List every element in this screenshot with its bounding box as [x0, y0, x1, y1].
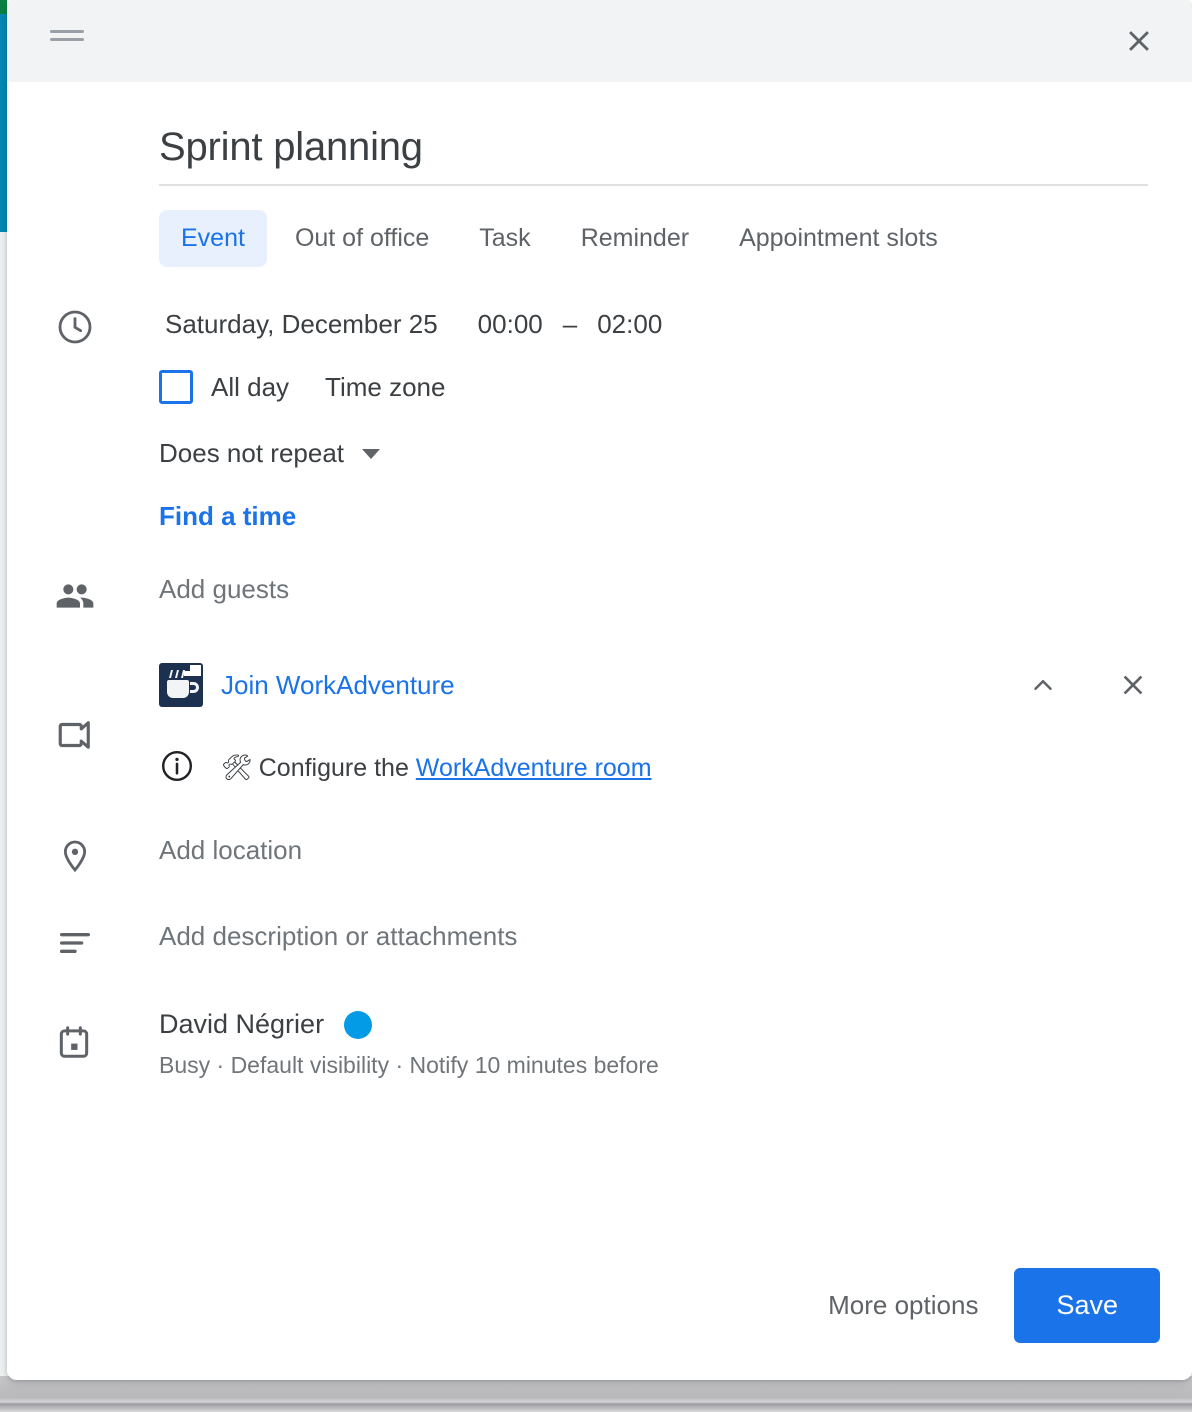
calendar-icon — [55, 1023, 93, 1061]
backdrop-strip-teal — [0, 0, 7, 14]
chevron-down-icon — [362, 449, 380, 459]
join-workadventure-link[interactable]: Join WorkAdventure — [221, 670, 1020, 701]
title-section: Sprint planning — [7, 82, 1192, 186]
close-dialog-button[interactable] — [1110, 12, 1168, 70]
calendar-owner-line[interactable]: David Négrier — [159, 1009, 1192, 1040]
cup-handle — [190, 682, 199, 693]
conference-note-prefix: Configure the — [259, 754, 416, 782]
location-pin-icon — [55, 837, 95, 877]
location-row-content: Add location — [159, 835, 1192, 866]
close-icon — [1117, 669, 1149, 701]
calendar-color-dot[interactable] — [344, 1011, 372, 1039]
conference-row-content: Join WorkAdventure — [159, 662, 1192, 789]
dialog-drop-shadow — [0, 1376, 1192, 1412]
more-options-button[interactable]: More options — [802, 1272, 1004, 1339]
cup-body — [167, 680, 189, 698]
find-a-time-button[interactable]: Find a time — [159, 501, 296, 532]
guests-row: Add guests — [7, 574, 1192, 616]
datetime-line: Saturday, December 25 00:00 – 02:00 — [159, 305, 1192, 344]
all-day-label[interactable]: All day — [211, 372, 289, 403]
workadventure-room-link[interactable]: WorkAdventure room — [416, 754, 652, 782]
remove-conference-button[interactable] — [1110, 662, 1156, 708]
calendar-row-icon — [55, 1009, 159, 1061]
dialog-header — [7, 0, 1192, 82]
dialog-footer: More options Save — [7, 1230, 1192, 1380]
conference-note: 🛠Configure the WorkAdventure room — [159, 748, 1192, 789]
conference-header: Join WorkAdventure — [159, 662, 1192, 708]
event-type-tabs: Event Out of office Task Reminder Appoin… — [7, 186, 1192, 267]
schedule-row: Saturday, December 25 00:00 – 02:00 All … — [7, 305, 1192, 532]
steam-icon — [169, 670, 189, 679]
event-start-time-field[interactable]: 00:00 — [472, 305, 549, 344]
clock-icon — [55, 307, 95, 347]
video-camera-icon — [55, 714, 97, 756]
add-description-input[interactable]: Add description or attachments — [159, 921, 517, 951]
recurrence-value: Does not repeat — [159, 438, 344, 469]
event-editor-dialog: Sprint planning Event Out of office Task… — [7, 0, 1192, 1380]
conference-actions — [1020, 662, 1192, 708]
schedule-row-icon — [55, 305, 159, 347]
schedule-row-content: Saturday, December 25 00:00 – 02:00 All … — [159, 305, 1192, 532]
add-location-input[interactable]: Add location — [159, 835, 302, 865]
description-lines-icon — [55, 923, 95, 963]
recurrence-dropdown[interactable]: Does not repeat — [159, 438, 1192, 469]
event-date-field[interactable]: Saturday, December 25 — [159, 305, 444, 344]
chevron-up-icon — [1028, 670, 1058, 700]
hammer-and-wrench-icon: 🛠 — [221, 754, 253, 782]
drag-handle-icon[interactable] — [50, 30, 84, 44]
dialog-body: Sprint planning Event Out of office Task… — [7, 82, 1192, 1079]
description-row: Add description or attachments — [7, 921, 1192, 963]
backdrop-strip-blue — [0, 14, 7, 232]
description-row-content: Add description or attachments — [159, 921, 1192, 952]
tab-reminder[interactable]: Reminder — [559, 210, 711, 267]
workadventure-coffee-cup-icon — [159, 663, 203, 707]
save-button[interactable]: Save — [1014, 1268, 1160, 1343]
people-icon — [55, 576, 95, 616]
conference-row: Join WorkAdventure — [7, 662, 1192, 789]
calendar-row: David Négrier Busy · Default visibility … — [7, 1009, 1192, 1079]
conference-row-icon — [55, 662, 159, 756]
location-row-icon — [55, 835, 159, 877]
guests-row-content: Add guests — [159, 574, 1192, 605]
add-guests-input[interactable]: Add guests — [159, 574, 289, 604]
event-end-time-field[interactable]: 02:00 — [591, 305, 668, 344]
calendar-owner-name: David Négrier — [159, 1009, 324, 1040]
time-zone-button[interactable]: Time zone — [325, 372, 445, 403]
guests-row-icon — [55, 574, 159, 616]
location-row: Add location — [7, 835, 1192, 877]
close-icon — [1122, 24, 1156, 58]
collapse-conference-button[interactable] — [1020, 662, 1066, 708]
workadventure-icon-notch — [190, 665, 201, 676]
event-settings-summary[interactable]: Busy · Default visibility · Notify 10 mi… — [159, 1052, 1192, 1079]
backdrop-strip-grey — [0, 232, 7, 1376]
tab-event[interactable]: Event — [159, 210, 267, 267]
all-day-line: All day Time zone — [159, 370, 1192, 404]
all-day-checkbox[interactable] — [159, 370, 193, 404]
tab-appointment-slots[interactable]: Appointment slots — [717, 210, 960, 267]
conference-note-text: 🛠Configure the WorkAdventure room — [221, 754, 652, 783]
time-range-dash: – — [563, 309, 577, 340]
tab-out-of-office[interactable]: Out of office — [273, 210, 451, 267]
description-row-icon — [55, 921, 159, 963]
calendar-row-content: David Négrier Busy · Default visibility … — [159, 1009, 1192, 1079]
tab-task[interactable]: Task — [457, 210, 552, 267]
info-icon — [159, 748, 195, 789]
event-title-input[interactable]: Sprint planning — [159, 124, 1148, 186]
